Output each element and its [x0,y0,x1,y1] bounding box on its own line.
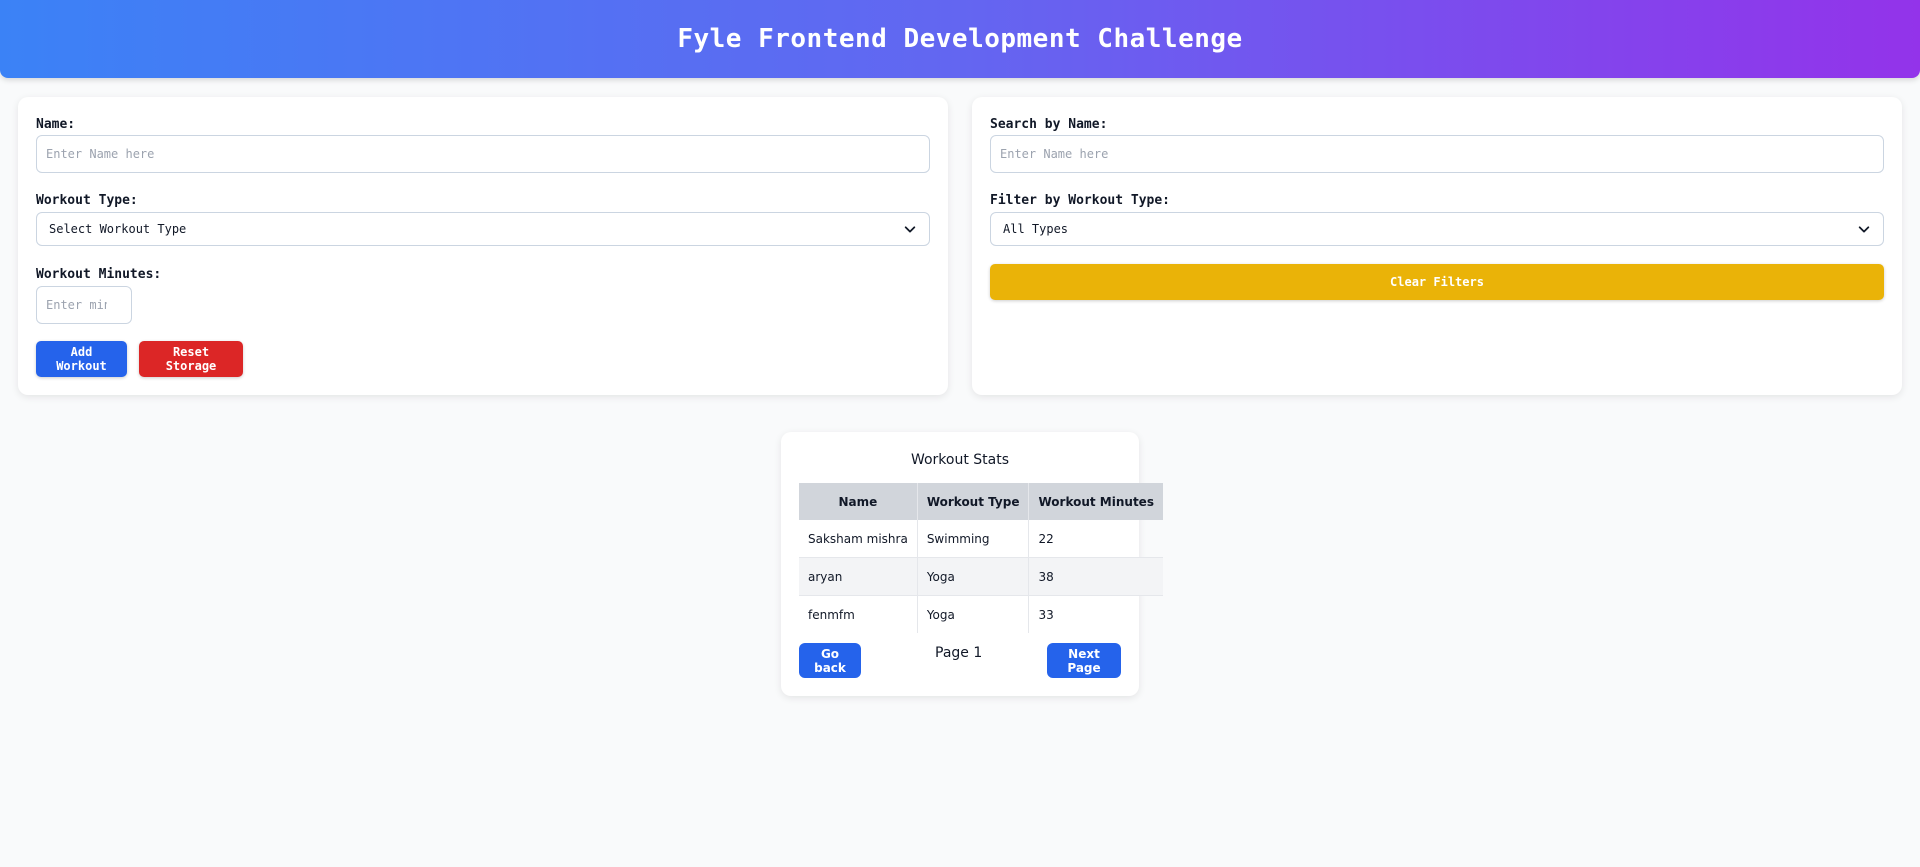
filters-card: Search by Name: Filter by Workout Type: … [972,97,1902,395]
go-back-button[interactable]: Go back [799,643,861,678]
workout-type-select[interactable]: Select Workout Type [36,212,930,246]
add-workout-button[interactable]: Add Workout [36,341,127,377]
column-header-workout-minutes: Workout Minutes [1028,483,1163,520]
workout-type-selected-value: Select Workout Type [49,222,187,236]
workout-stats-card: Workout Stats Name Workout Type Workout … [781,432,1163,696]
cell-workout-minutes: 33 [1038,607,1054,622]
page-indicator: Page 1 [935,645,983,661]
clear-filters-button[interactable]: Clear Filters [990,264,1884,300]
cell-name: Saksham mishra [799,520,918,558]
cell-workout-type: Swimming [917,520,1030,558]
table-row: Saksham mishra Swimming 22 [799,520,1163,558]
workout-minutes-label: Workout Minutes: [36,267,162,282]
cell-workout-minutes: 22 [1028,520,1163,558]
app-header: Fyle Frontend Development Challenge [0,0,1920,78]
table-header-row: Name Workout Type Workout Minutes [799,483,1163,520]
chevron-down-icon [1858,226,1870,233]
column-header-workout-type: Workout Type [917,483,1030,520]
name-label: Name: [36,117,76,132]
cell-name: fenmfm [799,595,918,633]
page-title: Fyle Frontend Development Challenge [677,24,1243,54]
workout-stats-table: Name Workout Type Workout Minutes Saksha… [799,483,1163,633]
column-header-name: Name [799,483,918,520]
filter-type-select[interactable]: All Types [990,212,1884,246]
cell-workout-type: Yoga [917,557,1030,596]
filter-type-selected-value: All Types [1003,222,1069,236]
table-row: fenmfm Yoga 33 [799,595,1163,633]
reset-storage-button[interactable]: Reset Storage [139,341,243,377]
cell-name: aryan [799,557,918,596]
table-row: aryan Yoga 38 [799,557,1163,596]
search-input[interactable] [990,135,1884,173]
chevron-down-icon [904,226,916,233]
workout-minutes-input[interactable] [36,286,132,324]
add-workout-card: Name: Workout Type: Select Workout Type … [18,97,948,395]
filter-type-label: Filter by Workout Type: [990,193,1171,208]
search-label: Search by Name: [990,117,1108,132]
next-page-button[interactable]: Next Page [1047,643,1121,678]
cell-workout-type: Yoga [917,595,1030,633]
name-input[interactable] [36,135,930,173]
cell-workout-minutes: 38 [1028,557,1163,596]
workout-type-label: Workout Type: [36,193,138,208]
stats-title: Workout Stats [910,452,1010,468]
